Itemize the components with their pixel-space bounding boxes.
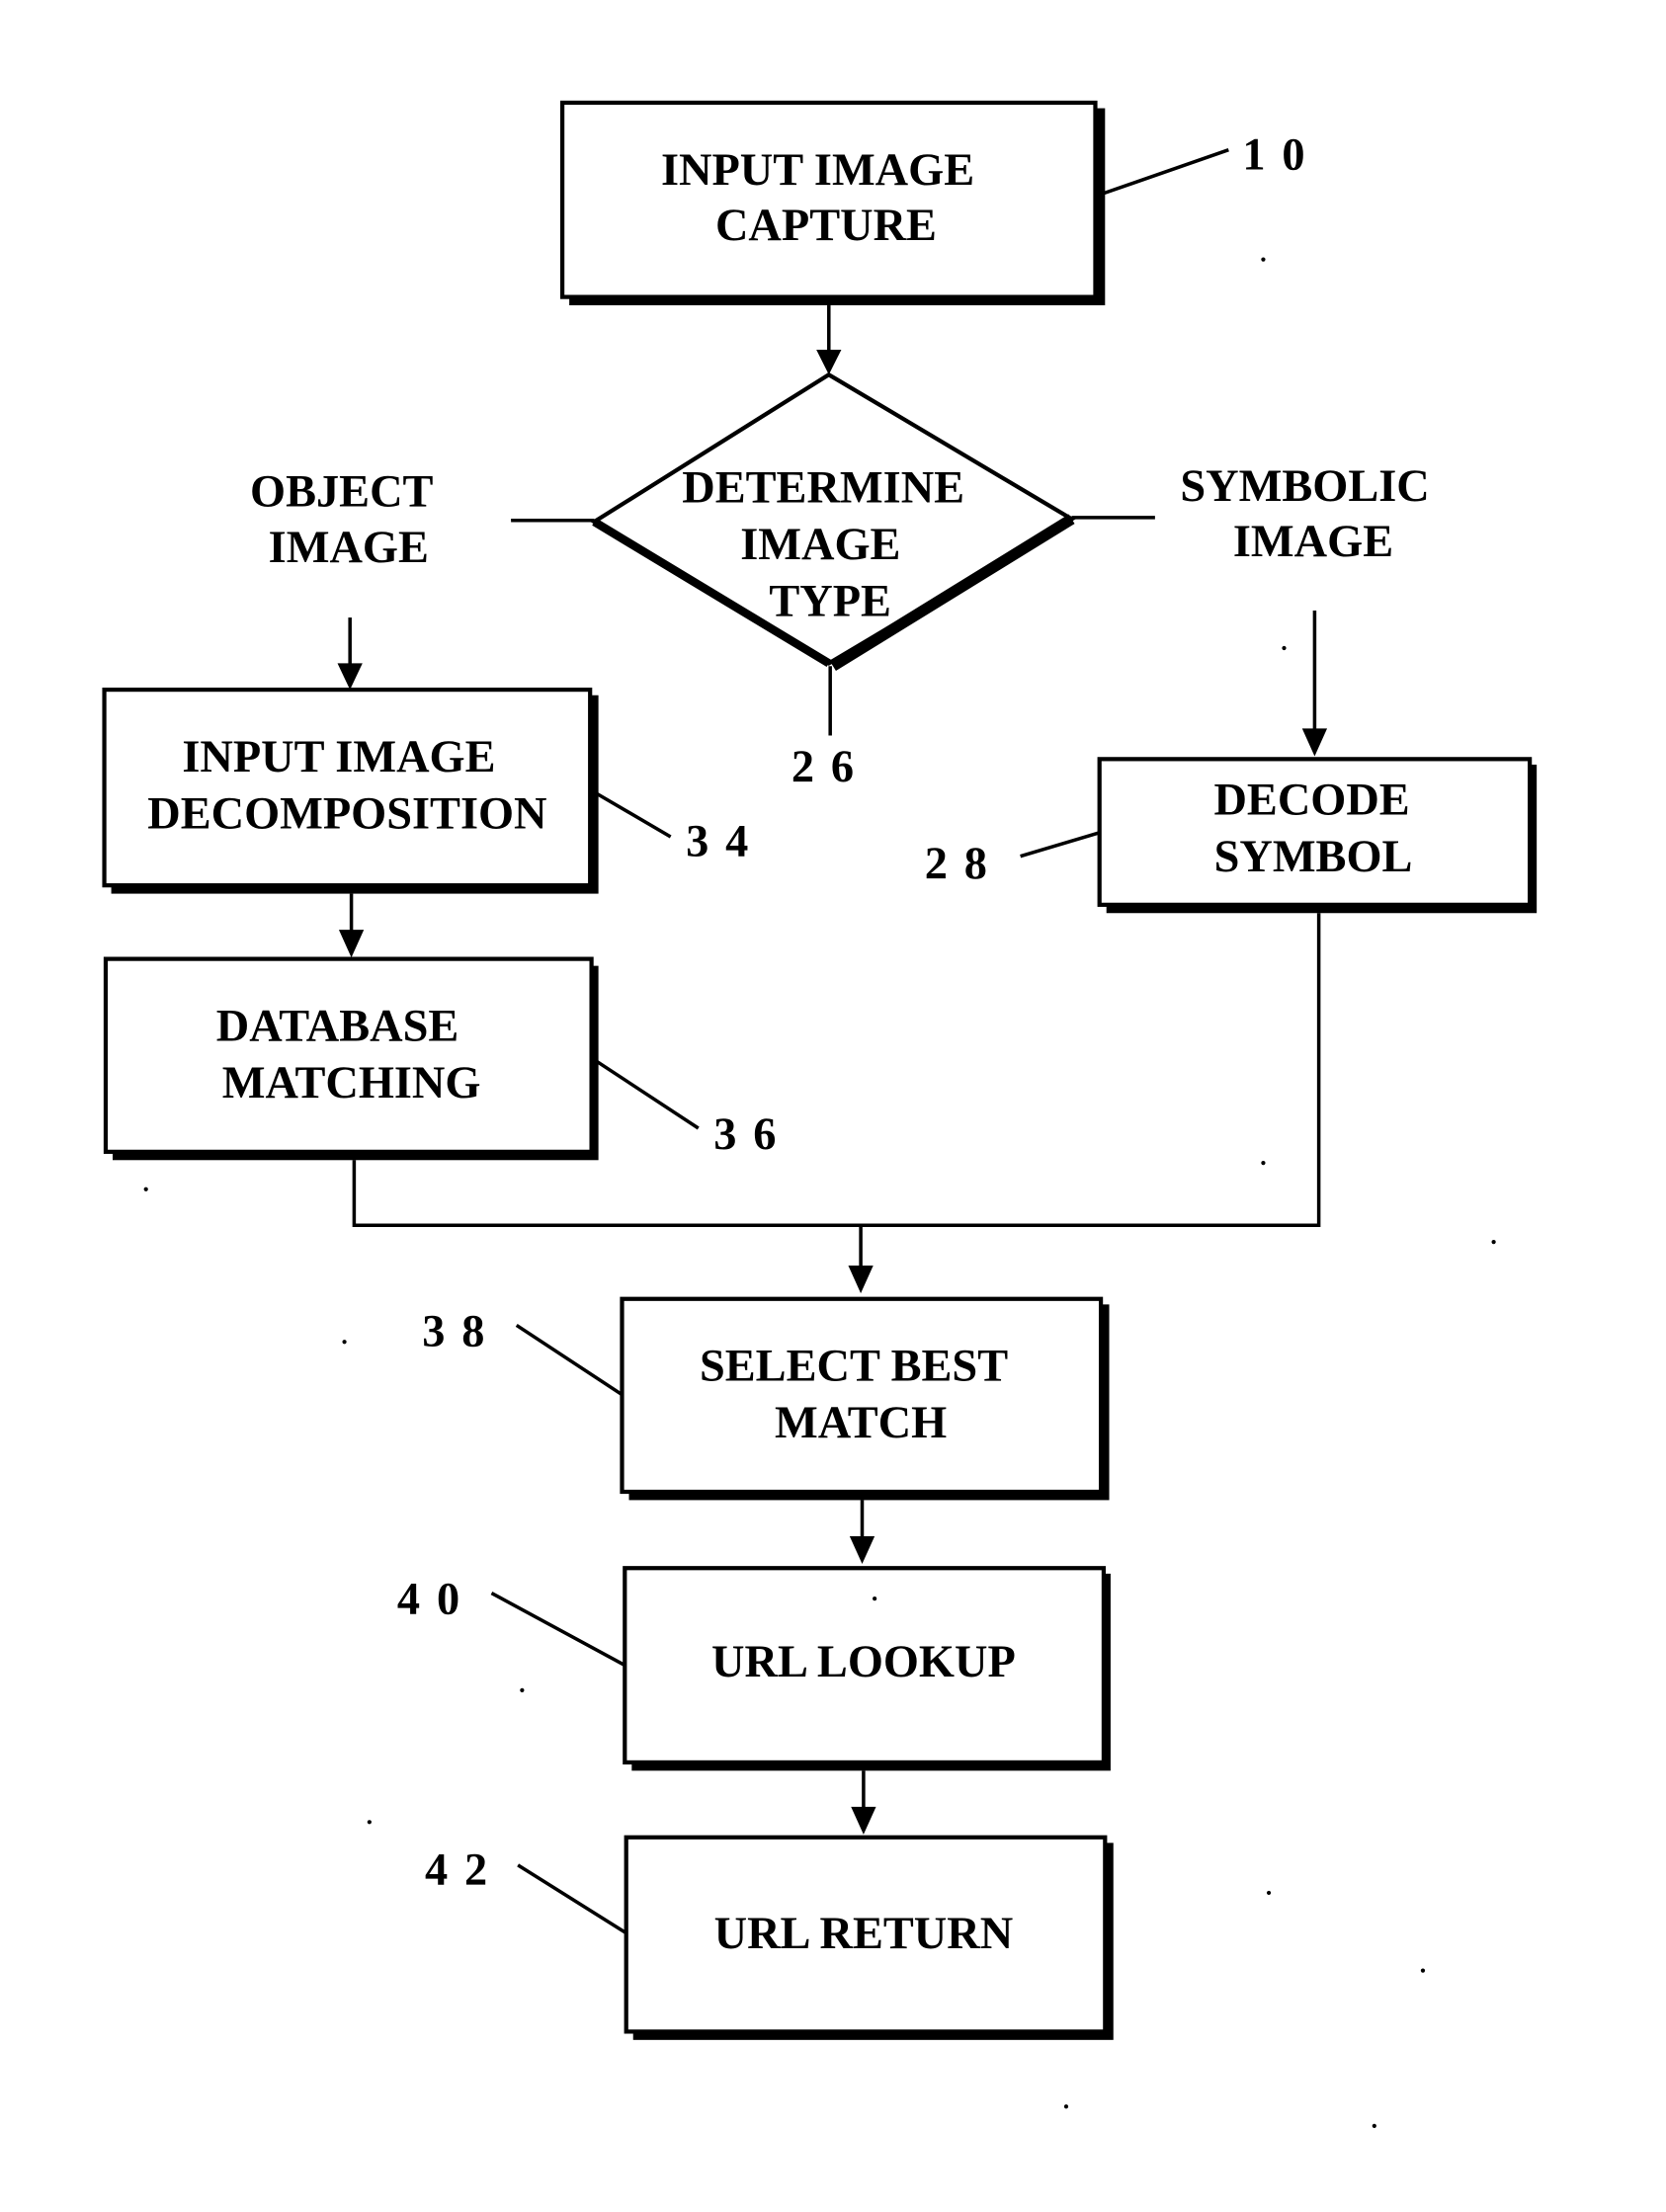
ref-numeral-10: 10 (1242, 129, 1321, 180)
branch-label-symbolic-image: SYMBOLIC IMAGE (1180, 461, 1429, 567)
edge-object-to-decomposition (337, 617, 363, 691)
leader-line-40 (490, 1591, 626, 1668)
branch-label-line: OBJECT (250, 467, 434, 518)
ref-numeral-28: 28 (925, 839, 1004, 889)
node-label-line: TYPE (769, 577, 891, 627)
node-label-line: URL RETURN (714, 1909, 1014, 1959)
ref-numeral-26: 26 (791, 742, 871, 792)
node-label-line: DETERMINE (682, 462, 964, 513)
node-input-image-decomposition: INPUT IMAGE DECOMPOSITION (102, 688, 599, 894)
node-label-line: MATCH (775, 1398, 947, 1448)
edge-url-lookup-to-url-return (851, 1770, 876, 1835)
leader-line-10 (1100, 148, 1229, 197)
edge-best-match-to-url-lookup (849, 1500, 875, 1565)
branch-label-object-image: OBJECT IMAGE (250, 467, 434, 573)
node-label-line: IMAGE (740, 520, 900, 570)
node-url-return: URL RETURN (624, 1835, 1114, 2040)
node-database-matching: DATABASE MATCHING (103, 956, 599, 1161)
node-label-line: DECODE (1213, 776, 1409, 826)
node-label-line: MATCHING (222, 1058, 481, 1108)
node-label-line: INPUT IMAGE (182, 732, 495, 782)
edge-capture-to-determine (816, 305, 842, 375)
ref-numeral-42: 42 (425, 1845, 504, 1896)
node-input-image-capture: INPUT IMAGE CAPTURE (559, 100, 1106, 306)
ref-numeral-40: 40 (397, 1575, 476, 1625)
leader-line-36 (596, 1060, 700, 1130)
node-label-line: DATABASE (216, 1001, 459, 1051)
leader-line-28 (1020, 831, 1101, 859)
ref-numeral-36: 36 (713, 1109, 792, 1160)
node-label-line: INPUT IMAGE (661, 145, 974, 196)
branch-label-line: SYMBOLIC (1180, 461, 1429, 512)
flowchart: INPUT IMAGE CAPTURE 10 DETERMINE IMAGE T… (102, 100, 1538, 2129)
edge-decomposition-to-db-matching (338, 893, 365, 958)
leader-line-38 (515, 1323, 624, 1397)
ref-numeral-34: 34 (686, 817, 765, 867)
branch-label-line: IMAGE (1233, 517, 1393, 567)
node-label-line: DECOMPOSITION (147, 789, 546, 840)
leader-line-42 (517, 1863, 627, 1935)
ref-numeral-38: 38 (422, 1307, 501, 1357)
node-decode-symbol: DECODE SYMBOL (1097, 757, 1538, 914)
edge-symbolic-to-decode (1301, 611, 1328, 757)
branch-label-line: IMAGE (269, 523, 429, 573)
leader-line-34 (596, 791, 672, 839)
node-label-line: SELECT BEST (700, 1342, 1008, 1392)
node-label-line: SYMBOL (1214, 832, 1413, 882)
node-label-line: URL LOOKUP (711, 1637, 1016, 1687)
node-select-best-match: SELECT BEST MATCH (620, 1296, 1110, 1501)
node-determine-image-type: DETERMINE IMAGE TYPE (590, 371, 1076, 672)
node-url-lookup: URL LOOKUP (623, 1566, 1111, 1771)
node-label-line: CAPTURE (715, 201, 937, 251)
